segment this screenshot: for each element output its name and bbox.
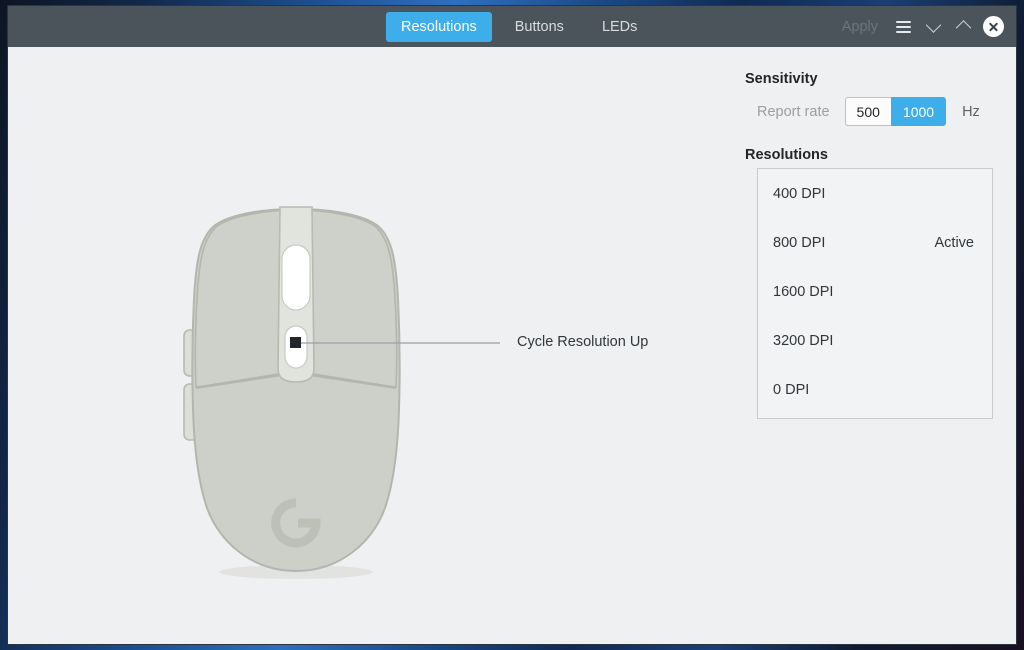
maximize-button[interactable] — [948, 12, 978, 42]
sensitivity-heading: Sensitivity — [745, 71, 818, 87]
dpi-button-marker-icon — [290, 337, 301, 348]
list-item[interactable]: 800 DPI Active — [758, 218, 992, 267]
resolutions-list: 400 DPI 800 DPI Active 1600 DPI 3200 DPI… — [757, 168, 993, 419]
tab-leds-label: LEDs — [601, 18, 638, 35]
list-item[interactable]: 3200 DPI — [758, 316, 992, 365]
titlebar-controls: Apply — [832, 6, 1008, 47]
menu-button[interactable] — [888, 12, 918, 42]
tab-resolutions[interactable]: Resolutions — [386, 11, 492, 42]
report-rate-unit-label: Hz — [962, 103, 980, 120]
report-rate-row: Report rate 500 1000 Hz — [757, 97, 980, 126]
resolution-label: 1600 DPI — [773, 283, 834, 300]
list-item[interactable]: 0 DPI — [758, 365, 992, 414]
chevron-down-icon — [925, 17, 941, 33]
tab-buttons[interactable]: Buttons — [500, 12, 579, 42]
left-click-button[interactable] — [194, 209, 292, 388]
report-rate-label: Report rate — [757, 103, 830, 120]
report-rate-option-1000[interactable]: 1000 — [890, 97, 947, 126]
resolutions-heading: Resolutions — [745, 147, 828, 163]
resolution-label: 3200 DPI — [773, 332, 834, 349]
tab-bar: Resolutions Buttons LEDs — [386, 6, 652, 47]
tab-resolutions-label: Resolutions — [401, 18, 477, 35]
report-rate-button-group: 500 1000 — [844, 97, 947, 126]
application-window: Resolutions Buttons LEDs Apply Cycle Res… — [7, 5, 1017, 645]
list-item[interactable]: 400 DPI — [758, 169, 992, 218]
callout-label: Cycle Resolution Up — [517, 334, 649, 350]
apply-button[interactable]: Apply — [832, 19, 888, 35]
tab-buttons-label: Buttons — [514, 18, 564, 35]
window-titlebar: Resolutions Buttons LEDs Apply — [8, 6, 1016, 47]
close-button[interactable] — [978, 12, 1008, 42]
right-click-button[interactable] — [300, 209, 398, 388]
minimize-button[interactable] — [918, 12, 948, 42]
close-x-icon — [982, 16, 1004, 37]
hamburger-menu-icon — [895, 20, 911, 33]
resolution-status: Active — [934, 234, 975, 251]
resolution-label: 400 DPI — [773, 185, 826, 202]
device-illustration-panel: Cycle Resolution Up — [8, 47, 728, 644]
scroll-wheel[interactable] — [281, 244, 311, 311]
list-item[interactable]: 1600 DPI — [758, 267, 992, 316]
report-rate-option-500[interactable]: 500 — [844, 97, 892, 126]
resolution-label: 0 DPI — [773, 381, 810, 398]
chevron-up-icon — [955, 20, 971, 36]
window-content: Cycle Resolution Up Sensitivity Report r… — [8, 47, 1016, 644]
resolution-label: 800 DPI — [773, 234, 826, 251]
tab-leds[interactable]: LEDs — [587, 12, 652, 42]
